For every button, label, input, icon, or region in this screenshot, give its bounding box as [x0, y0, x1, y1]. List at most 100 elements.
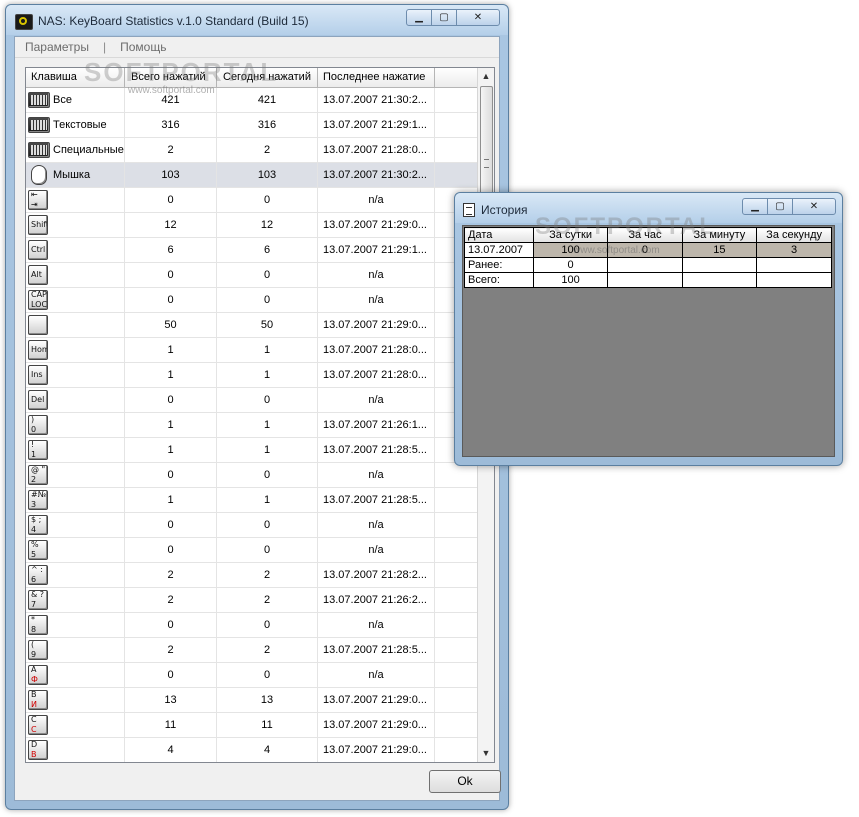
key-cap-top: *: [31, 615, 35, 624]
cell-total: 0: [125, 388, 217, 412]
cell-key: Все: [26, 88, 125, 112]
cell-key: Alt: [26, 263, 125, 287]
close-button[interactable]: ✕: [456, 9, 500, 26]
column-header-total[interactable]: Всего нажатий: [125, 68, 217, 87]
cell-today: 1: [217, 413, 318, 437]
minimize-button[interactable]: ▁: [406, 9, 432, 26]
main-titlebar[interactable]: NAS: KeyBoard Statistics v.1.0 Standard …: [6, 5, 508, 35]
table-row[interactable]: Специальные 2 2 13.07.2007 21:28:0...: [26, 138, 478, 163]
table-row[interactable]: & ? 7 2 2 13.07.2007 21:26:2...: [26, 588, 478, 613]
tab-key-icon: ⇤ ⇥: [28, 190, 48, 210]
table-row[interactable]: ) 0 1 1 13.07.2007 21:26:1...: [26, 413, 478, 438]
key-a-icon: AФ: [28, 665, 48, 685]
history-maximize-button[interactable]: ▢: [767, 198, 793, 215]
column-header-last[interactable]: Последнее нажатие: [318, 68, 435, 87]
table-row[interactable]: Shift 12 12 13.07.2007 21:29:0...: [26, 213, 478, 238]
table-row[interactable]: Del 0 0 n/a: [26, 388, 478, 413]
history-body: 13.07.2007 100 0 15 3 Ранее: 0 Всего: 100: [464, 242, 832, 288]
table-row[interactable]: #№ 3 1 1 13.07.2007 21:28:5...: [26, 488, 478, 513]
cell-total: 0: [125, 263, 217, 287]
history-col-date[interactable]: Дата: [464, 227, 534, 243]
shift-key-icon: Shift: [28, 215, 48, 235]
table-row[interactable]: Мышка 103 103 13.07.2007 21:30:2...: [26, 163, 478, 188]
history-row[interactable]: 13.07.2007 100 0 15 3: [464, 242, 832, 258]
table-row[interactable]: A Ф 0 0 n/a: [26, 663, 478, 688]
cell-key: #№ 3: [26, 488, 125, 512]
table-row[interactable]: ^ :6 2 2 13.07.2007 21:28:2...: [26, 563, 478, 588]
table-row[interactable]: Alt 0 0 n/a: [26, 263, 478, 288]
history-table[interactable]: Дата За сутки За час За минуту За секунд…: [464, 227, 832, 288]
cell-key: Мышка: [26, 163, 125, 187]
table-row[interactable]: * 8 0 0 n/a: [26, 613, 478, 638]
history-col-hour[interactable]: За час: [607, 227, 683, 243]
maximize-button[interactable]: ▢: [431, 9, 457, 26]
history-col-second[interactable]: За секунду: [756, 227, 832, 243]
capslock-key-icon: CAPSLOCK: [28, 290, 48, 310]
cell-key: Специальные: [26, 138, 125, 162]
table-row[interactable]: CAPSLOCK00n/a: [26, 288, 478, 313]
history-col-day[interactable]: За сутки: [532, 227, 609, 243]
key-cap-bottom: 0: [31, 425, 37, 434]
scroll-down-arrow-icon[interactable]: ▼: [478, 745, 494, 762]
table-row[interactable]: Ctrl 6 6 13.07.2007 21:29:1...: [26, 238, 478, 263]
history-row[interactable]: Всего: 100: [464, 272, 832, 288]
table-row[interactable]: Home1113.07.2007 21:28:0...: [26, 338, 478, 363]
menu-parameters[interactable]: Параметры: [23, 40, 91, 54]
table-row[interactable]: 50 50 13.07.2007 21:29:0...: [26, 313, 478, 338]
key-b-icon: BИ: [28, 690, 48, 710]
key-cap-top: ): [31, 415, 35, 424]
menubar: Параметры | Помощь: [15, 37, 499, 58]
table-row[interactable]: ⇤ ⇥ 0 0 n/a: [26, 188, 478, 213]
table-row[interactable]: @ " 2 0 0 n/a: [26, 463, 478, 488]
history-minimize-button[interactable]: ▁: [742, 198, 768, 215]
cell-today: 0: [217, 388, 318, 412]
history-col-minute[interactable]: За минуту: [681, 227, 758, 243]
cell-filler: [435, 163, 478, 187]
table-row[interactable]: ! 1 1 1 13.07.2007 21:28:5...: [26, 438, 478, 463]
key-cap-top: $ ;: [31, 515, 42, 524]
history-row[interactable]: Ранее: 0: [464, 257, 832, 273]
table-row[interactable]: C С 11 11 13.07.2007 21:29:0...: [26, 713, 478, 738]
column-header-today[interactable]: Сегодня нажатий: [217, 68, 318, 87]
cell-total: 0: [125, 288, 217, 312]
cell-total: 1: [125, 363, 217, 387]
table-row[interactable]: Ins 1 1 13.07.2007 21:28:0...: [26, 363, 478, 388]
key-c-icon: CС: [28, 715, 48, 735]
main-window-controls: ▁ ▢ ✕: [406, 9, 500, 26]
menu-help[interactable]: Помощь: [118, 40, 168, 54]
key-2-icon: @ " 2: [28, 465, 48, 485]
cell-last: n/a: [318, 538, 435, 562]
table-row[interactable]: (9 2 2 13.07.2007 21:28:5...: [26, 638, 478, 663]
key-cap-top: #№: [31, 490, 47, 499]
key-cap-top: Ctrl: [31, 245, 46, 254]
del-key-icon: Del: [28, 390, 48, 410]
history-cell: Ранее:: [464, 257, 534, 273]
table-row[interactable]: B И 13 13 13.07.2007 21:29:0...: [26, 688, 478, 713]
cell-last: 13.07.2007 21:29:0...: [318, 313, 435, 337]
key-8-icon: * 8: [28, 615, 48, 635]
cell-filler: [435, 463, 478, 487]
key-stats-grid[interactable]: Клавиша Всего нажатий Сегодня нажатий По…: [25, 67, 495, 763]
keyboard-special-icon: [28, 142, 50, 158]
main-window: NAS: KeyBoard Statistics v.1.0 Standard …: [5, 4, 509, 810]
table-row[interactable]: $ ; 4 0 0 n/a: [26, 513, 478, 538]
table-row[interactable]: Все 421 421 13.07.2007 21:30:2...: [26, 88, 478, 113]
history-cell: [681, 272, 758, 288]
key-cap-top: ^ :: [31, 565, 43, 574]
scroll-up-arrow-icon[interactable]: ▲: [478, 68, 494, 85]
table-row[interactable]: Текстовые 316 316 13.07.2007 21:29:1...: [26, 113, 478, 138]
cell-total: 0: [125, 513, 217, 537]
cell-key: ! 1: [26, 438, 125, 462]
cell-last: 13.07.2007 21:29:0...: [318, 688, 435, 712]
key-cap-top: @ ": [31, 465, 46, 474]
history-close-button[interactable]: ✕: [792, 198, 836, 215]
history-titlebar[interactable]: История ▁ ▢ ✕: [455, 193, 842, 223]
cell-key: % 5: [26, 538, 125, 562]
cell-today: 421: [217, 88, 318, 112]
ok-button[interactable]: Ok: [429, 770, 501, 793]
grid-rows: Все 421 421 13.07.2007 21:30:2... Текстовые 3…: [26, 88, 478, 762]
table-row[interactable]: % 5 0 0 n/a: [26, 538, 478, 563]
cell-filler: [435, 513, 478, 537]
column-header-key[interactable]: Клавиша: [26, 68, 125, 87]
table-row[interactable]: D В 4 4 13.07.2007 21:29:0...: [26, 738, 478, 762]
